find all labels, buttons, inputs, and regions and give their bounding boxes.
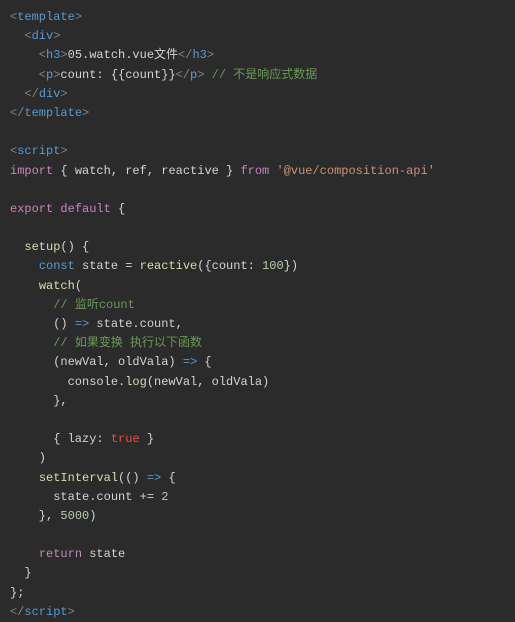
code-line: () => state.count, [10,317,183,331]
code-line: const state = reactive({count: 100}) [10,259,298,273]
code-line: }; [10,586,24,600]
code-line: <div> [10,29,60,43]
code-line: setup() { [10,240,89,254]
code-line: // 监听count [10,298,135,312]
code-line: <p>count: {{count}}</p> // 不是响应式数据 [10,68,317,82]
code-line: }, 5000) [10,509,96,523]
code-line: <script> [10,144,68,158]
code-line: state.count += 2 [10,490,168,504]
code-line: { lazy: true } [10,432,154,446]
code-line: }, [10,394,68,408]
code-line: console.log(newVal, oldVala) [10,375,269,389]
code-line: setInterval(() => { [10,471,176,485]
code-line: import { watch, ref, reactive } from '@v… [10,164,435,178]
code-line: } [10,566,32,580]
code-line: return state [10,547,125,561]
code-line: // 如果变换 执行以下函数 [10,336,202,350]
code-line: (newVal, oldVala) => { [10,355,212,369]
code-line: watch( [10,279,82,293]
code-line: <h3>05.watch.vue文件</h3> [10,48,214,62]
code-line: </template> [10,106,89,120]
code-block: <template> <div> <h3>05.watch.vue文件</h3>… [10,8,505,622]
code-line: export default { [10,202,125,216]
code-line: </script> [10,605,75,619]
code-line: ) [10,451,46,465]
code-line: <template> [10,10,82,24]
code-line: </div> [10,87,68,101]
